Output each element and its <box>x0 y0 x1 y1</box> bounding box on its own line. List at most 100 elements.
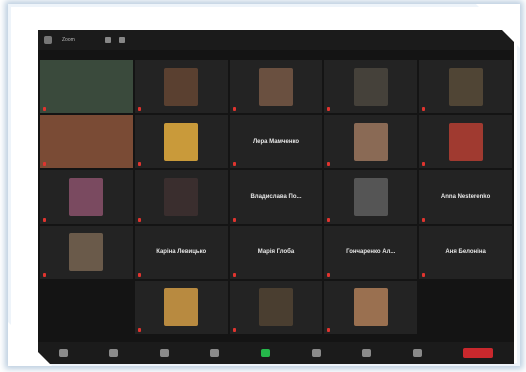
participant-video <box>448 67 483 106</box>
participant-video <box>353 177 388 216</box>
mic-muted-icon <box>137 272 141 277</box>
participant-video <box>164 67 199 106</box>
participant-display-name: Аня Белоніна <box>445 249 486 256</box>
participant-name-label <box>137 328 143 332</box>
mic-muted-icon <box>137 162 141 167</box>
participant-tile[interactable] <box>134 170 228 224</box>
end-meeting-button[interactable] <box>463 348 494 358</box>
participant-name-label <box>137 162 143 167</box>
participant-tile <box>419 280 512 334</box>
participant-tile[interactable] <box>40 60 133 114</box>
participant-display-name: Anna Nesterenko <box>440 193 491 200</box>
frame-corner-bottom-left <box>8 322 52 366</box>
more-icon[interactable] <box>412 349 422 357</box>
participant-tile[interactable] <box>324 170 418 224</box>
participant-video <box>164 177 199 216</box>
participant-tile[interactable]: Лера Мамченко <box>229 115 323 169</box>
mic-muted-icon <box>137 107 141 112</box>
participant-name-label <box>422 217 427 222</box>
participant-tile[interactable] <box>229 280 323 334</box>
mic-muted-icon <box>43 162 46 167</box>
gallery-grid: Лера Мамченко Владислава По... Anna Nester… <box>40 60 512 334</box>
participant-display-name: Владислава По... <box>250 193 302 200</box>
participant-tile[interactable] <box>229 60 323 114</box>
participant-tile[interactable] <box>324 115 418 169</box>
mic-muted-icon <box>232 328 236 332</box>
participant-tile[interactable] <box>134 60 228 114</box>
window-title: Zoom <box>62 37 75 43</box>
mic-muted-icon <box>43 272 46 277</box>
participant-name-label <box>422 107 427 112</box>
zoom-window: Zoom Лера Мамченко Владислава По... Anna N… <box>38 30 514 364</box>
participant-tile[interactable] <box>40 225 133 279</box>
shield-icon <box>44 36 52 44</box>
participant-tile[interactable]: Марія Глоба <box>229 225 323 279</box>
participant-tile[interactable] <box>419 60 512 114</box>
participant-display-name: Марія Глоба <box>257 249 295 256</box>
mute-icon[interactable] <box>58 349 68 357</box>
mic-muted-icon <box>43 107 46 112</box>
view-icon[interactable] <box>104 37 111 43</box>
meeting-toolbar <box>38 342 514 364</box>
participant-tile[interactable] <box>324 60 418 114</box>
participant-tile[interactable]: Гончаренко Ал... <box>324 225 418 279</box>
participant-video <box>164 122 199 161</box>
participant-name-label <box>232 162 238 167</box>
participant-tile[interactable] <box>134 280 228 334</box>
record-icon[interactable] <box>311 349 321 357</box>
participant-display-name: Лера Мамченко <box>252 138 300 145</box>
title-bar: Zoom <box>38 30 514 50</box>
participant-name-label <box>232 107 238 112</box>
participant-video <box>258 288 293 327</box>
participant-name-label <box>422 162 427 167</box>
participant-name-label <box>137 107 143 112</box>
frame-corner-top-right <box>476 4 520 48</box>
mic-muted-icon <box>137 328 141 332</box>
participant-video <box>353 122 388 161</box>
mic-muted-icon <box>327 328 331 332</box>
mic-muted-icon <box>422 107 426 112</box>
participant-name-label <box>327 272 332 277</box>
participant-tile[interactable]: Каріна Левицько <box>134 225 228 279</box>
reactions-icon[interactable] <box>362 349 372 357</box>
mic-muted-icon <box>232 272 236 277</box>
mic-muted-icon <box>232 162 236 167</box>
mic-muted-icon <box>327 107 331 112</box>
participant-name-label <box>422 272 427 277</box>
participant-tile[interactable]: Anna Nesterenko <box>419 170 512 224</box>
participant-video <box>69 177 104 216</box>
fullscreen-icon[interactable] <box>118 37 125 43</box>
participant-name-label <box>327 217 332 222</box>
participant-name-label <box>43 272 48 277</box>
participant-name-label <box>232 272 238 277</box>
participant-tile[interactable]: Аня Белоніна <box>419 225 512 279</box>
mic-muted-icon <box>327 272 331 277</box>
participant-video <box>164 288 199 327</box>
screenshot-frame: Zoom Лера Мамченко Владислава По... Anna N… <box>8 4 520 366</box>
participant-tile[interactable]: Владислава По... <box>229 170 323 224</box>
participants-icon[interactable] <box>159 349 169 357</box>
participant-tile[interactable] <box>40 170 133 224</box>
share-screen-icon[interactable] <box>260 349 270 357</box>
participant-name-label <box>327 328 332 332</box>
participant-tile[interactable] <box>134 115 228 169</box>
mic-muted-icon <box>232 217 236 222</box>
participant-tile[interactable] <box>324 280 418 334</box>
participant-video <box>353 67 388 106</box>
participant-video <box>353 288 388 327</box>
mic-muted-icon <box>232 107 236 112</box>
participant-name-label <box>137 217 143 222</box>
mic-muted-icon <box>137 217 141 222</box>
participant-tile[interactable] <box>40 115 133 169</box>
participant-video <box>40 60 133 114</box>
participant-name-label <box>327 162 332 167</box>
participant-tile <box>40 280 133 334</box>
chat-icon[interactable] <box>210 349 220 357</box>
participant-name-label <box>232 217 238 222</box>
participant-video <box>258 67 293 106</box>
mic-muted-icon <box>327 217 331 222</box>
participant-tile[interactable] <box>419 115 512 169</box>
video-icon[interactable] <box>109 349 119 357</box>
participant-name-label <box>43 107 48 112</box>
mic-muted-icon <box>43 217 46 222</box>
